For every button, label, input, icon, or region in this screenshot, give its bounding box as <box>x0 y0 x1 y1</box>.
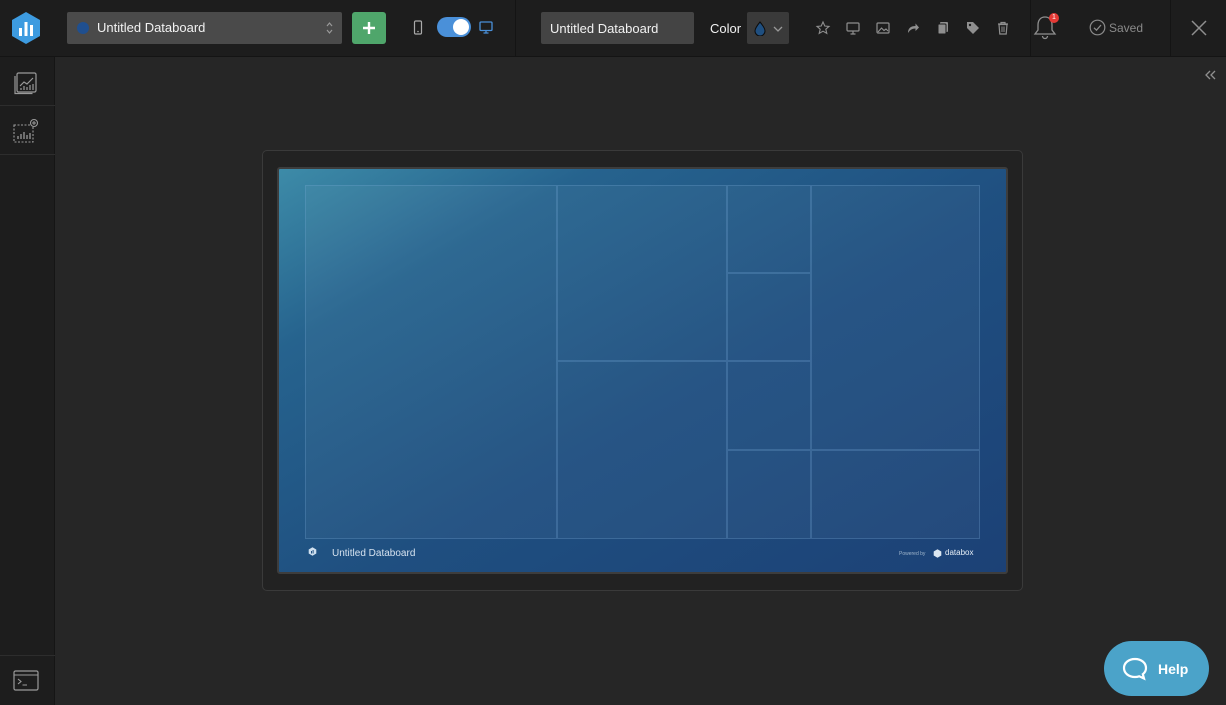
close-icon[interactable] <box>1190 19 1208 37</box>
toggle-knob <box>453 19 469 35</box>
datablock-slot[interactable] <box>811 450 980 539</box>
datablock-slot[interactable] <box>727 450 811 539</box>
databox-logo-icon[interactable] <box>10 11 42 45</box>
datablock-slot[interactable] <box>811 185 980 450</box>
plus-icon <box>363 22 375 34</box>
mobile-view-icon[interactable] <box>413 20 423 35</box>
add-datablock-icon <box>13 118 39 143</box>
databoard-title-input[interactable] <box>541 12 694 44</box>
databox-mini-logo-icon <box>308 547 317 556</box>
check-circle-icon <box>1089 19 1106 36</box>
chevron-down-icon <box>773 26 783 32</box>
databoard-select[interactable]: Untitled Databoard <box>67 12 342 44</box>
sidebar-databoard-button[interactable] <box>0 57 55 106</box>
select-arrows-icon <box>326 22 333 34</box>
powered-by-label: Powered by <box>899 551 926 557</box>
drop-icon <box>754 21 766 36</box>
save-status: Saved <box>1109 21 1144 35</box>
databoard-preview: Untitled Databoard Powered by databox <box>277 167 1008 574</box>
datablock-slot[interactable] <box>727 185 811 273</box>
board-color-dot <box>77 22 89 34</box>
preview-board-title: Untitled Databoard <box>332 548 416 559</box>
board-select-value: Untitled Databoard <box>97 20 206 35</box>
toolbar-divider <box>515 0 516 57</box>
datablock-slot[interactable] <box>305 185 557 539</box>
toolbar-divider <box>1030 0 1031 57</box>
copy-icon[interactable] <box>935 20 951 36</box>
datablock-slot[interactable] <box>557 361 727 539</box>
databoard-chart-icon <box>14 72 37 95</box>
view-mode-toggle[interactable] <box>437 17 471 37</box>
monitor-icon[interactable] <box>845 20 861 36</box>
sidebar-terminal-button[interactable] <box>0 655 55 705</box>
left-sidebar <box>0 57 55 705</box>
datablock-slot[interactable] <box>727 273 811 361</box>
datablock-slot[interactable] <box>557 185 727 361</box>
top-toolbar: Untitled Databoard Color <box>0 0 1226 57</box>
help-button[interactable]: Help <box>1104 641 1209 696</box>
color-picker[interactable] <box>747 12 789 44</box>
star-icon[interactable] <box>815 20 831 36</box>
add-button[interactable] <box>352 12 386 44</box>
sidebar-add-datablock-button[interactable] <box>0 106 55 155</box>
tag-icon[interactable] <box>965 20 981 36</box>
trash-icon[interactable] <box>995 20 1011 36</box>
chat-bubble-icon <box>1122 657 1148 681</box>
terminal-icon <box>13 670 39 691</box>
help-label: Help <box>1158 661 1189 677</box>
databox-brand-icon <box>933 549 942 558</box>
toolbar-divider <box>1170 0 1171 57</box>
desktop-view-icon[interactable] <box>479 21 493 34</box>
datablock-slot[interactable] <box>727 361 811 450</box>
image-icon[interactable] <box>875 20 891 36</box>
collapse-panel-icon[interactable] <box>1203 69 1217 81</box>
notification-badge: 1 <box>1049 13 1059 23</box>
color-label: Color <box>710 21 742 36</box>
share-icon[interactable] <box>905 20 921 36</box>
brand-name: databox <box>945 548 974 557</box>
